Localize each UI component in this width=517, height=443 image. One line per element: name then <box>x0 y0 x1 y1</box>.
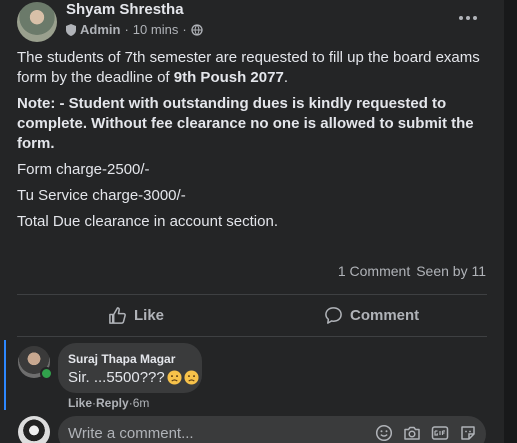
comment-text: Sir. ...5500??? <box>68 369 165 386</box>
comment-reply-link[interactable]: Reply <box>96 396 129 410</box>
online-status-dot <box>40 367 53 380</box>
commenter-name[interactable]: Suraj Thapa Magar <box>68 352 175 366</box>
divider-top <box>17 294 487 295</box>
more-options-icon <box>459 16 463 20</box>
meta-separator-2: · <box>182 22 187 37</box>
divider-bottom <box>17 336 487 337</box>
like-label: Like <box>134 306 165 324</box>
seen-count[interactable]: Seen by 11 <box>416 263 486 279</box>
worried-face-icon <box>167 370 182 385</box>
thumbs-up-icon <box>109 306 126 324</box>
author-name[interactable]: Shyam Shrestha <box>66 1 184 18</box>
admin-role[interactable]: Admin <box>80 22 120 37</box>
gif-icon[interactable] <box>431 424 449 442</box>
author-avatar[interactable] <box>17 2 57 42</box>
post-time[interactable]: 10 mins <box>133 22 179 37</box>
form-charge-line: Form charge-2500/- <box>17 161 150 178</box>
post-meta: Admin · 10 mins · <box>66 22 203 37</box>
more-options-icon-dot-2 <box>473 16 477 20</box>
comment-actions: Like · Reply · 6m <box>68 396 149 410</box>
comment-input-placeholder: Write a comment... <box>68 425 194 442</box>
deadline-text: 9th Poush 2077 <box>173 69 284 86</box>
post-note: Note: - Student with outstanding dues is… <box>17 95 474 152</box>
post-stats: 1 Comment Seen by 11 <box>338 263 486 279</box>
due-clearance-line: Total Due clearance in account section. <box>17 213 278 230</box>
comment-label: Comment <box>350 306 420 324</box>
post-paragraph-1: The students of 7th semester are request… <box>17 48 487 88</box>
comment-bubble-icon <box>325 306 342 324</box>
current-user-avatar[interactable] <box>18 416 50 443</box>
camera-icon[interactable] <box>403 424 421 442</box>
comment-count[interactable]: 1 Comment <box>338 263 410 279</box>
more-options-icon-dot <box>466 16 470 20</box>
post-card: Shyam Shrestha Admin · 10 mins · The stu… <box>0 0 504 443</box>
paragraph1-suffix: . <box>283 69 288 86</box>
like-button[interactable]: Like <box>108 303 164 327</box>
worried-face-icon-2 <box>184 370 199 385</box>
comment-button[interactable]: Comment <box>324 303 419 327</box>
emoji-icon[interactable] <box>375 424 393 442</box>
sticker-icon[interactable] <box>459 424 477 442</box>
meta-separator: · <box>124 22 129 37</box>
service-charge-line: Tu Service charge-3000/- <box>17 187 186 204</box>
scrollbar-gutter[interactable] <box>504 0 517 443</box>
more-options-button[interactable] <box>451 6 485 30</box>
admin-shield-icon <box>66 23 76 36</box>
globe-icon[interactable] <box>191 23 203 36</box>
thread-highlight-line <box>4 340 6 410</box>
post-body: The students of 7th semester are request… <box>17 48 487 238</box>
comment-like-link[interactable]: Like <box>68 396 92 410</box>
comment-text-row: Sir. ...5500??? <box>68 369 199 386</box>
comment-time[interactable]: 6m <box>133 396 150 410</box>
